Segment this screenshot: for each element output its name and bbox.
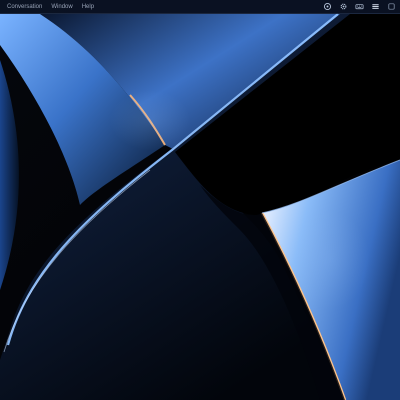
- keyboard-icon[interactable]: [354, 2, 364, 12]
- menu-window[interactable]: Window: [51, 0, 72, 14]
- menu-bar-left: Conversation Window Help: [0, 0, 103, 14]
- menu-conversation[interactable]: Conversation: [7, 0, 42, 14]
- menu-bar-status: [316, 0, 400, 14]
- settings-icon[interactable]: [338, 2, 348, 12]
- chat-status-icon[interactable]: [322, 2, 332, 12]
- control-center-icon[interactable]: [386, 2, 396, 12]
- desktop-screen: Conversation Window Help: [0, 0, 400, 400]
- menu-bar: Conversation Window Help: [0, 0, 400, 14]
- desktop-wallpaper: [0, 0, 400, 400]
- menu-help[interactable]: Help: [82, 0, 94, 14]
- hamburger-menu-icon[interactable]: [370, 2, 380, 12]
